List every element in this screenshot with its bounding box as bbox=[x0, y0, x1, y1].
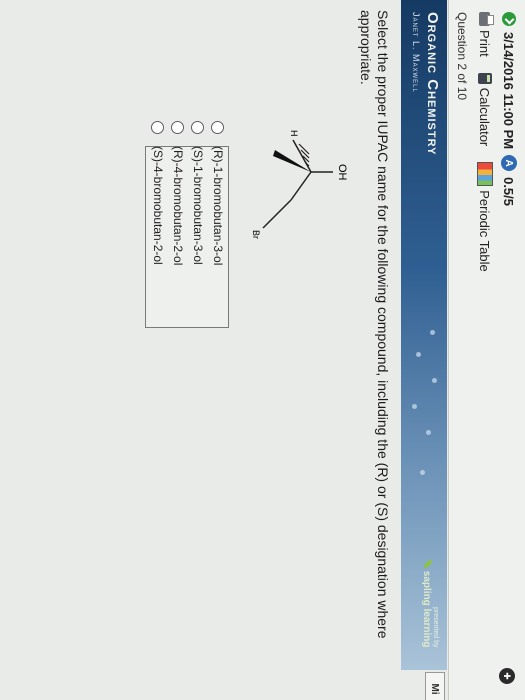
calculator-label: Calculator bbox=[477, 87, 493, 147]
score: 0.5/5 bbox=[501, 177, 517, 207]
print-label: Print bbox=[477, 30, 493, 57]
answer-choice[interactable]: (S)-1-bromobutan-3-ol bbox=[188, 121, 208, 265]
bond bbox=[262, 199, 292, 229]
print-button[interactable]: Print bbox=[478, 12, 493, 57]
answer-label: (R)-1-bromobutan-3-ol bbox=[211, 146, 225, 266]
rotated-screen: 3/14/2016 11:00 PM A 0.5/5 Print Calcula… bbox=[0, 0, 525, 700]
printer-icon bbox=[479, 12, 491, 26]
answer-label: (R)-4-bromobutan-2-ol bbox=[171, 146, 185, 266]
due-score-row: 3/14/2016 11:00 PM A 0.5/5 bbox=[501, 12, 517, 206]
answer-choices: (R)-1-bromobutan-3-ol (S)-1-bromobutan-3… bbox=[145, 121, 229, 328]
bond bbox=[290, 171, 312, 201]
molecule-decoration bbox=[420, 470, 425, 475]
periodic-table-label: Periodic Table bbox=[477, 190, 493, 272]
radio-button[interactable] bbox=[171, 121, 185, 134]
question-counter-row: Question 2 of 10 bbox=[455, 12, 469, 100]
periodic-table-icon bbox=[477, 162, 493, 187]
molecule-decoration bbox=[412, 404, 417, 409]
assignment-header: 3/14/2016 11:00 PM A 0.5/5 Print Calcula… bbox=[448, 0, 525, 700]
periodic-table-button[interactable]: Periodic Table bbox=[477, 162, 493, 272]
answer-label: (S)-1-bromobutan-3-ol bbox=[191, 146, 205, 265]
molecule-structure: OH H Br bbox=[251, 130, 348, 239]
help-icon[interactable]: ✚ bbox=[499, 668, 515, 684]
brand-label: sapling learning bbox=[421, 570, 432, 648]
molecule-decoration bbox=[416, 352, 421, 357]
due-date: 3/14/2016 11:00 PM bbox=[501, 32, 517, 150]
leaf-icon bbox=[424, 560, 432, 568]
radio-button[interactable] bbox=[151, 121, 165, 134]
publisher-logo: presented by sapling learning bbox=[421, 560, 439, 647]
course-title: Organic Chemistry bbox=[424, 12, 441, 156]
radio-button[interactable] bbox=[211, 121, 225, 134]
question-prompt: Select the proper IUPAC name for the fol… bbox=[358, 10, 391, 639]
oh-label: OH bbox=[336, 164, 348, 181]
radio-button[interactable] bbox=[191, 121, 205, 134]
answer-label: (S)-4-bromobutan-2-ol bbox=[151, 146, 165, 265]
hash-bond bbox=[298, 143, 310, 167]
h-label: H bbox=[289, 130, 299, 137]
score-icon: A bbox=[501, 155, 517, 172]
course-banner: Organic Chemistry Janet L. Maxwell prese… bbox=[401, 0, 447, 670]
br-label: Br bbox=[251, 230, 261, 239]
course-author: Janet L. Maxwell bbox=[411, 12, 421, 93]
molecule-decoration bbox=[426, 430, 431, 435]
due-date-icon bbox=[502, 12, 516, 26]
answer-choice[interactable]: (R)-1-bromobutan-3-ol bbox=[208, 121, 228, 265]
presented-by-label: presented by bbox=[432, 606, 439, 648]
molecule-decoration bbox=[432, 378, 437, 383]
page: 3/14/2016 11:00 PM A 0.5/5 Print Calcula… bbox=[0, 0, 525, 700]
answer-choice[interactable]: (S)-4-bromobutan-2-ol bbox=[148, 121, 168, 265]
calculator-icon bbox=[478, 72, 492, 84]
brand-name: sapling learning bbox=[421, 560, 432, 647]
molecule-decoration bbox=[430, 330, 435, 335]
corner-tab[interactable]: Mi bbox=[425, 672, 445, 700]
calculator-button[interactable]: Calculator bbox=[477, 72, 493, 147]
question-counter: Question 2 of 10 bbox=[455, 12, 469, 101]
tools-row: Print Calculator Periodic Table bbox=[477, 12, 493, 282]
answer-choice[interactable]: (R)-4-bromobutan-2-ol bbox=[168, 121, 188, 265]
